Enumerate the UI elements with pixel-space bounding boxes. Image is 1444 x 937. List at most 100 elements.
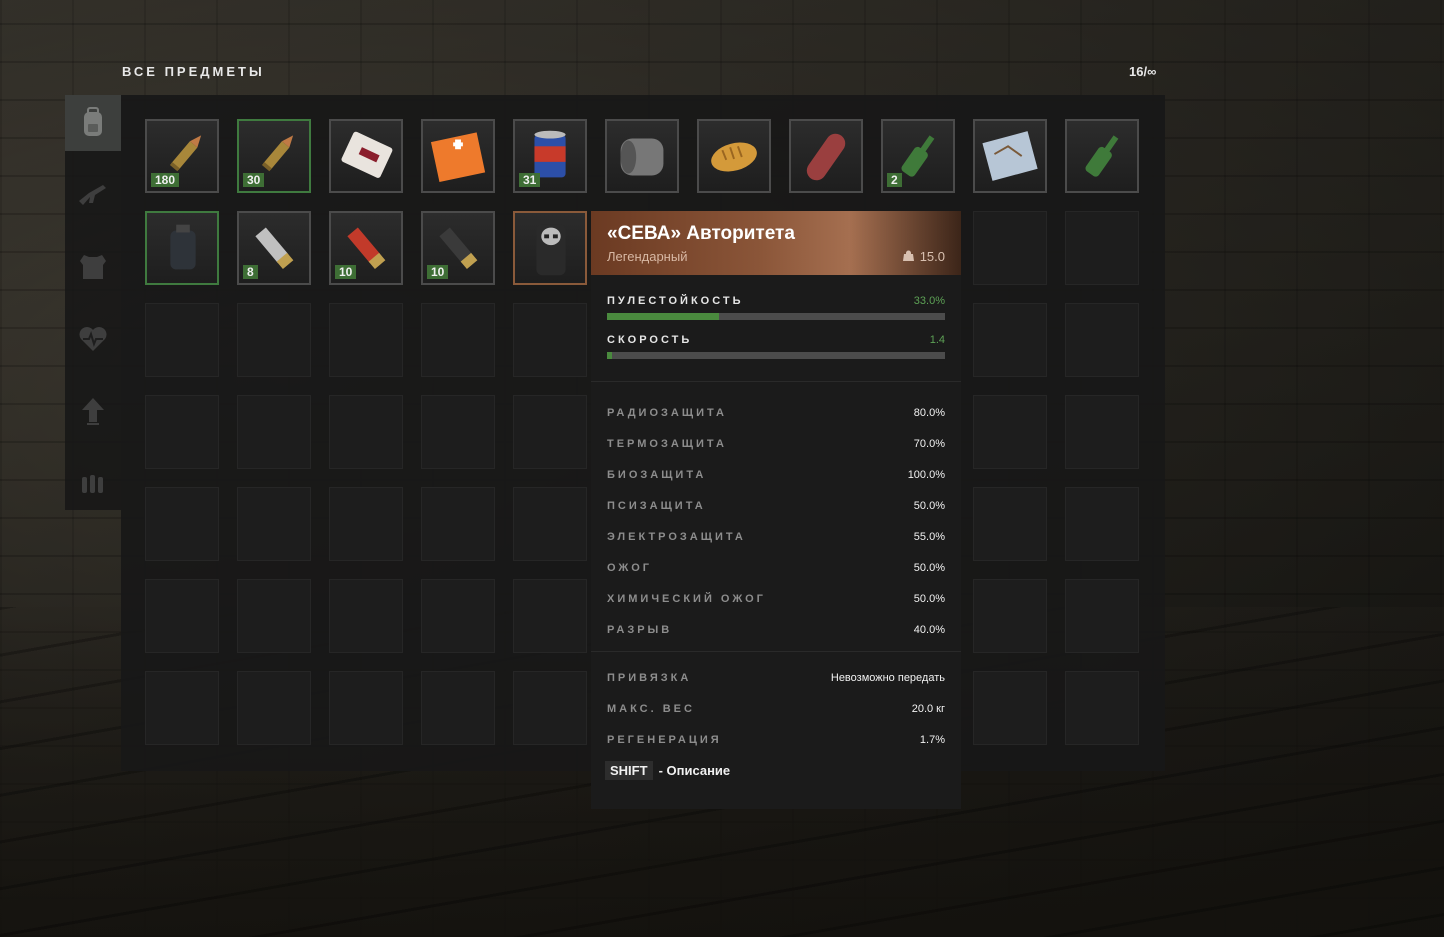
empty-slot[interactable] — [513, 395, 587, 469]
empty-slot[interactable] — [973, 395, 1047, 469]
category-sidebar — [65, 95, 121, 510]
item-weight: 15.0 — [902, 249, 945, 264]
empty-slot[interactable] — [973, 211, 1047, 285]
protection-value: 80.0% — [913, 406, 945, 419]
item-slot-sausage[interactable] — [789, 119, 863, 193]
empty-slot[interactable] — [421, 579, 495, 653]
weight-icon — [902, 249, 914, 264]
empty-slot[interactable] — [329, 579, 403, 653]
empty-slot[interactable] — [973, 487, 1047, 561]
extra-stat-row: РЕГЕНЕРАЦИЯ 1.7% — [591, 724, 961, 755]
empty-slot[interactable] — [237, 579, 311, 653]
protection-row: РАЗРЫВ 40.0% — [591, 614, 961, 645]
item-slot-rifle-cartridge[interactable]: 180 — [145, 119, 219, 193]
empty-slot[interactable] — [973, 303, 1047, 377]
rifle-icon — [79, 185, 106, 205]
protection-label: ХИМИЧЕСКИЙ ОЖОГ — [607, 592, 766, 605]
empty-slot[interactable] — [973, 671, 1047, 745]
empty-slot[interactable] — [421, 303, 495, 377]
empty-slot[interactable] — [237, 487, 311, 561]
extra-stat-label: ПРИВЯЗКА — [607, 671, 692, 684]
shift-description: - Описание — [658, 762, 731, 778]
item-slot-shotgun-shell-silver[interactable]: 8 — [237, 211, 311, 285]
tab-upgrades[interactable] — [65, 383, 121, 439]
stat-bar: ПУЛЕСТОЙКОСТЬ 33.0% — [591, 295, 961, 320]
item-slot-grenade[interactable] — [145, 211, 219, 285]
item-slot-pill-pack[interactable] — [329, 119, 403, 193]
protection-row: ТЕРМОЗАЩИТА 70.0% — [591, 428, 961, 459]
protection-label: ОЖОГ — [607, 561, 652, 574]
protection-label: БИОЗАЩИТА — [607, 468, 707, 481]
empty-slot[interactable] — [1065, 211, 1139, 285]
tab-weapons[interactable] — [65, 167, 121, 223]
protection-label: РАЗРЫВ — [607, 623, 673, 636]
empty-slot[interactable] — [237, 395, 311, 469]
protection-value: 50.0% — [913, 561, 945, 574]
empty-slot[interactable] — [1065, 395, 1139, 469]
empty-slot[interactable] — [145, 579, 219, 653]
item-slot-seva-suit[interactable] — [513, 211, 587, 285]
empty-slot[interactable] — [145, 395, 219, 469]
item-slot-map[interactable] — [973, 119, 1047, 193]
item-weight-value: 15.0 — [919, 249, 945, 264]
empty-slot[interactable] — [421, 671, 495, 745]
item-slot-canned-food[interactable]: 31 — [513, 119, 587, 193]
empty-slot[interactable] — [329, 303, 403, 377]
tab-medical[interactable] — [65, 311, 121, 367]
extra-stat-value: 1.7% — [919, 733, 945, 746]
empty-slot[interactable] — [1065, 303, 1139, 377]
empty-slot[interactable] — [329, 487, 403, 561]
tab-all-items[interactable] — [65, 95, 121, 151]
item-count-badge: 2 — [887, 173, 902, 187]
item-count-badge: 10 — [335, 265, 357, 279]
extra-stat-value: 20.0 кг — [911, 702, 945, 715]
stat-value: 1.4 — [929, 334, 945, 346]
tab-armor[interactable] — [65, 239, 121, 295]
item-slot-beer-bottle[interactable]: 2 — [881, 119, 955, 193]
item-name: «СЕВА» Авторитета — [607, 223, 795, 244]
protection-row: ПСИЗАЩИТА 50.0% — [591, 490, 961, 521]
item-slot-cognac-bottle[interactable] — [1065, 119, 1139, 193]
item-count-badge: 10 — [427, 265, 449, 279]
item-slot-shotgun-shell-black[interactable]: 10 — [421, 211, 495, 285]
stat-bar-track — [607, 313, 945, 320]
stat-bar-track — [607, 352, 945, 359]
backpack-icon — [84, 107, 102, 136]
empty-slot[interactable] — [513, 579, 587, 653]
empty-slot[interactable] — [237, 303, 311, 377]
item-slot-shotgun-shell-red[interactable]: 10 — [329, 211, 403, 285]
empty-slot[interactable] — [1065, 671, 1139, 745]
stat-bars: ПУЛЕСТОЙКОСТЬ 33.0% СКОРОСТЬ 1.4 — [591, 295, 961, 359]
stat-bar-fill — [607, 352, 612, 359]
stat-bar: СКОРОСТЬ 1.4 — [591, 334, 961, 359]
empty-slot[interactable] — [513, 487, 587, 561]
item-count-badge: 8 — [243, 265, 258, 279]
protection-value: 70.0% — [913, 437, 945, 450]
empty-slot[interactable] — [329, 671, 403, 745]
empty-slot[interactable] — [973, 579, 1047, 653]
item-slot-medkit[interactable] — [421, 119, 495, 193]
tab-ammo[interactable] — [65, 455, 121, 511]
empty-slot[interactable] — [1065, 487, 1139, 561]
protection-value: 50.0% — [913, 592, 945, 605]
empty-slot[interactable] — [421, 395, 495, 469]
stat-label: ПУЛЕСТОЙКОСТЬ — [607, 295, 744, 307]
protection-label: ЭЛЕКТРОЗАЩИТА — [607, 530, 746, 543]
empty-slot[interactable] — [145, 303, 219, 377]
item-rarity: Легендарный — [607, 249, 688, 264]
shift-key: SHIFT — [605, 760, 653, 780]
protection-row: ХИМИЧЕСКИЙ ОЖОГ 50.0% — [591, 583, 961, 614]
heartbeat-icon — [79, 327, 107, 351]
empty-slot[interactable] — [145, 671, 219, 745]
protection-row: ОЖОГ 50.0% — [591, 552, 961, 583]
empty-slot[interactable] — [513, 303, 587, 377]
empty-slot[interactable] — [329, 395, 403, 469]
empty-slot[interactable] — [513, 671, 587, 745]
item-slot-bandage-roll[interactable] — [605, 119, 679, 193]
empty-slot[interactable] — [421, 487, 495, 561]
empty-slot[interactable] — [145, 487, 219, 561]
item-slot-rifle-cartridge-ap[interactable]: 30 — [237, 119, 311, 193]
empty-slot[interactable] — [237, 671, 311, 745]
empty-slot[interactable] — [1065, 579, 1139, 653]
item-slot-bread[interactable] — [697, 119, 771, 193]
